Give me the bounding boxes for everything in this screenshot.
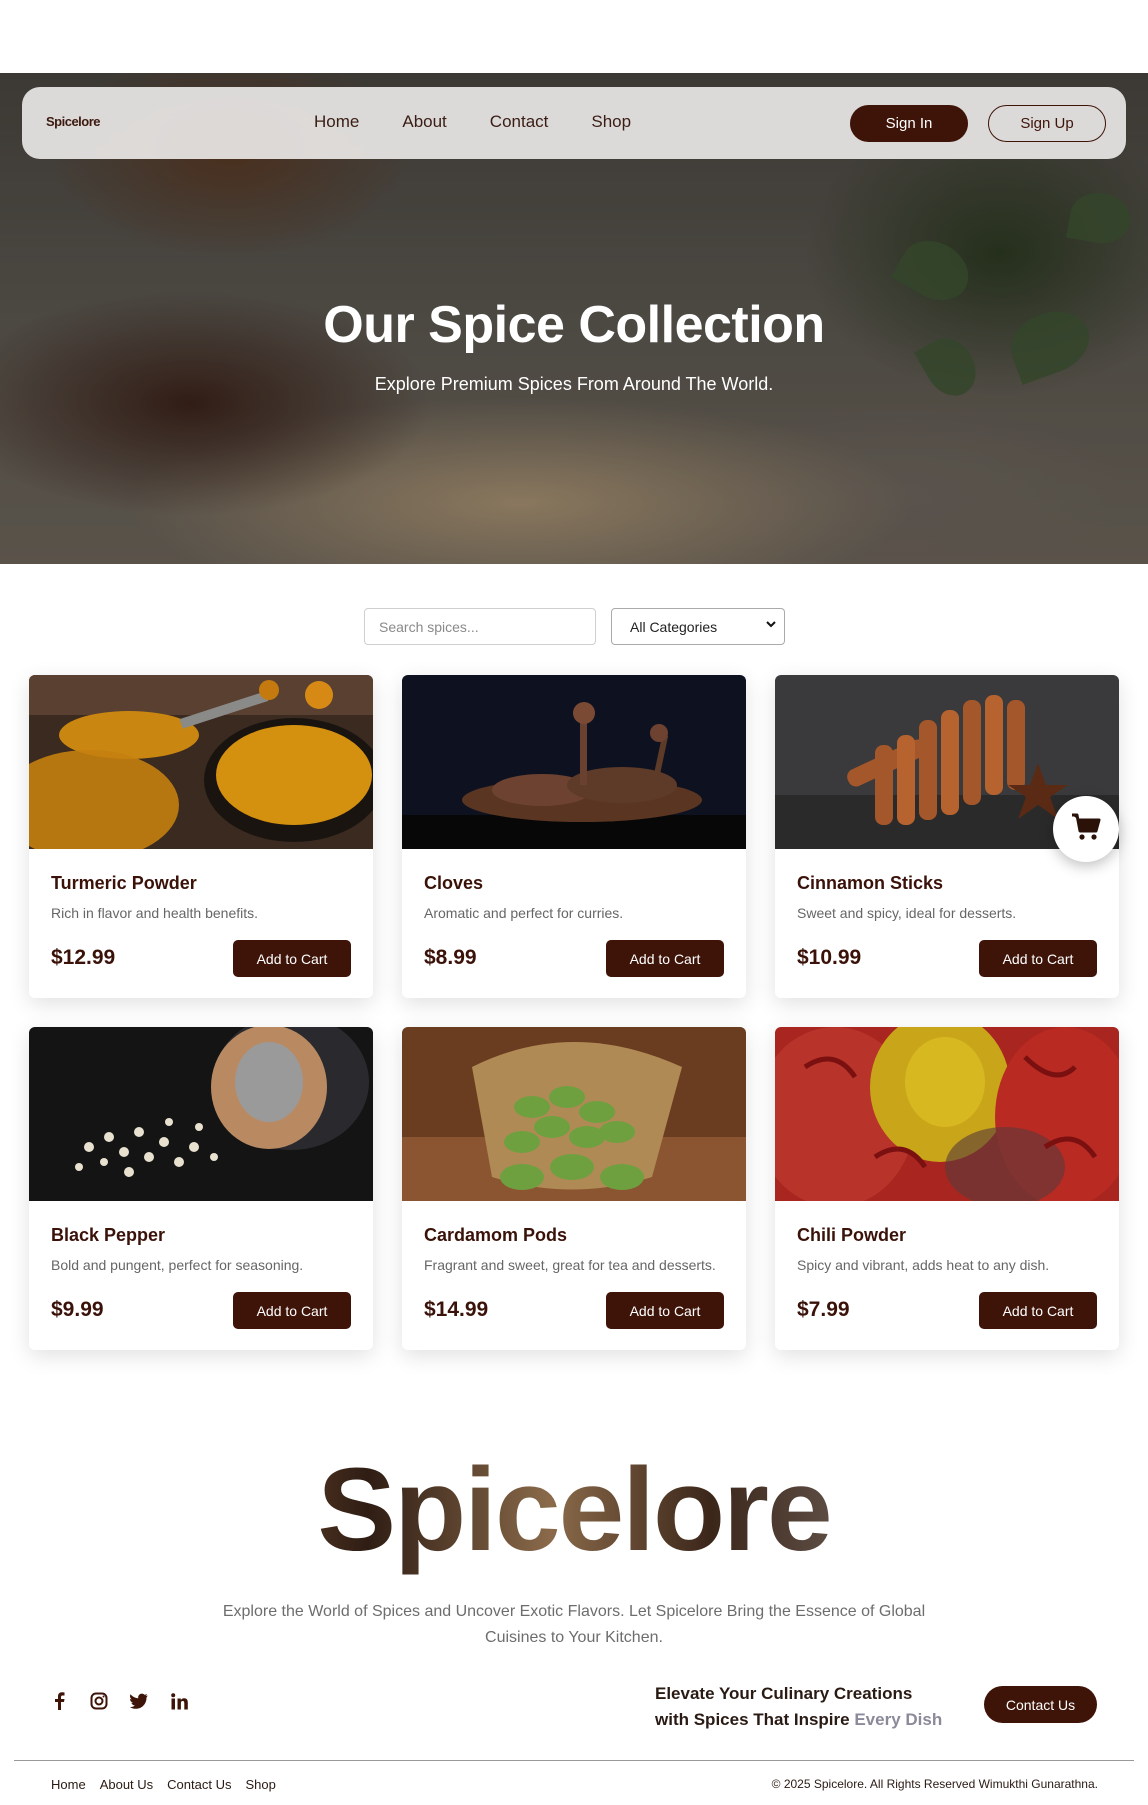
product-description: Fragrant and sweet, great for tea and de… [424,1257,716,1273]
category-select-value: All Categories [630,618,718,635]
add-to-cart-button[interactable]: Add to Cart [606,940,724,977]
product-description: Rich in flavor and health benefits. [51,905,259,921]
social-links [50,1692,188,1710]
footer-link-contact[interactable]: Contact Us [167,1777,231,1792]
nav-about[interactable]: About [402,112,446,132]
linkedin-icon[interactable] [170,1692,188,1710]
navbar: Spicelore Home About Contact Shop Sign I… [22,87,1126,159]
sign-in-button[interactable]: Sign In [850,105,968,142]
product-image [402,1027,746,1201]
product-image [402,675,746,849]
contact-us-button[interactable]: Contact Us [984,1686,1097,1723]
nav-home[interactable]: Home [314,112,359,132]
footer-links: Home About Us Contact Us Shop [51,1777,276,1792]
twitter-icon[interactable] [130,1692,148,1710]
hero-subtitle: Explore Premium Spices From Around The W… [374,374,774,394]
nav-contact[interactable]: Contact [490,112,549,132]
instagram-icon[interactable] [90,1692,108,1710]
tagline-line-1: Elevate Your Culinary Creations [655,1684,913,1703]
product-name: Black Pepper [51,1225,166,1245]
footer-link-about[interactable]: About Us [100,1777,153,1792]
product-image [29,675,373,849]
product-name: Cloves [424,873,484,893]
product-card-cloves: Cloves Aromatic and perfect for curries.… [402,675,746,998]
hero-title: Our Spice Collection [323,296,825,354]
product-card-turmeric: Turmeric Powder Rich in flavor and healt… [29,675,373,998]
copyright-text: © 2025 Spicelore. All Rights Reserved Wi… [771,1777,1098,1791]
add-to-cart-button[interactable]: Add to Cart [233,940,351,977]
product-price: $7.99 [797,1298,850,1321]
footer-link-shop[interactable]: Shop [245,1777,275,1792]
product-description: Bold and pungent, perfect for seasoning. [51,1257,304,1273]
footer-description: Explore the World of Spices and Uncover … [222,1603,926,1646]
footer-brand-logo: Spicelore [0,1442,1148,1578]
product-description: Aromatic and perfect for curries. [424,905,624,921]
logo[interactable]: Spicelore [46,114,101,129]
floating-cart-button[interactable] [1053,796,1119,862]
tagline-line-2: with Spices That Inspire Every Dish [655,1707,942,1733]
nav-shop[interactable]: Shop [591,112,631,132]
sign-up-button[interactable]: Sign Up [988,105,1106,142]
product-price: $14.99 [424,1298,489,1321]
product-name: Chili Powder [797,1225,907,1245]
product-description: Spicy and vibrant, adds heat to any dish… [797,1257,1050,1273]
product-name: Turmeric Powder [51,873,197,893]
product-card-cardamom: Cardamom Pods Fragrant and sweet, great … [402,1027,746,1350]
product-price: $8.99 [424,946,477,969]
product-image [775,1027,1119,1201]
product-description: Sweet and spicy, ideal for desserts. [797,905,1017,921]
footer-tagline: Elevate Your Culinary Creations with Spi… [655,1681,942,1733]
product-price: $10.99 [797,946,862,969]
category-select[interactable]: All Categories [611,608,785,645]
nav-links: Home About Contact Shop [314,112,674,132]
product-card-black-pepper: Black Pepper Bold and pungent, perfect f… [29,1027,373,1350]
footer-link-home[interactable]: Home [51,1777,86,1792]
add-to-cart-button[interactable]: Add to Cart [979,940,1097,977]
add-to-cart-button[interactable]: Add to Cart [979,1292,1097,1329]
product-price: $12.99 [51,946,116,969]
footer-divider [14,1760,1134,1761]
cart-icon [1071,813,1101,846]
product-name: Cardamom Pods [424,1225,568,1245]
search-input[interactable] [364,608,596,645]
add-to-cart-button[interactable]: Add to Cart [233,1292,351,1329]
tagline-accent: Every Dish [854,1710,943,1729]
product-name: Cinnamon Sticks [797,873,944,893]
product-card-chili: Chili Powder Spicy and vibrant, adds hea… [775,1027,1119,1350]
tagline-line-2-text: with Spices That Inspire [655,1710,850,1729]
product-image [29,1027,373,1201]
add-to-cart-button[interactable]: Add to Cart [606,1292,724,1329]
chevron-down-icon [766,619,776,632]
facebook-icon[interactable] [50,1692,68,1710]
product-price: $9.99 [51,1298,104,1321]
